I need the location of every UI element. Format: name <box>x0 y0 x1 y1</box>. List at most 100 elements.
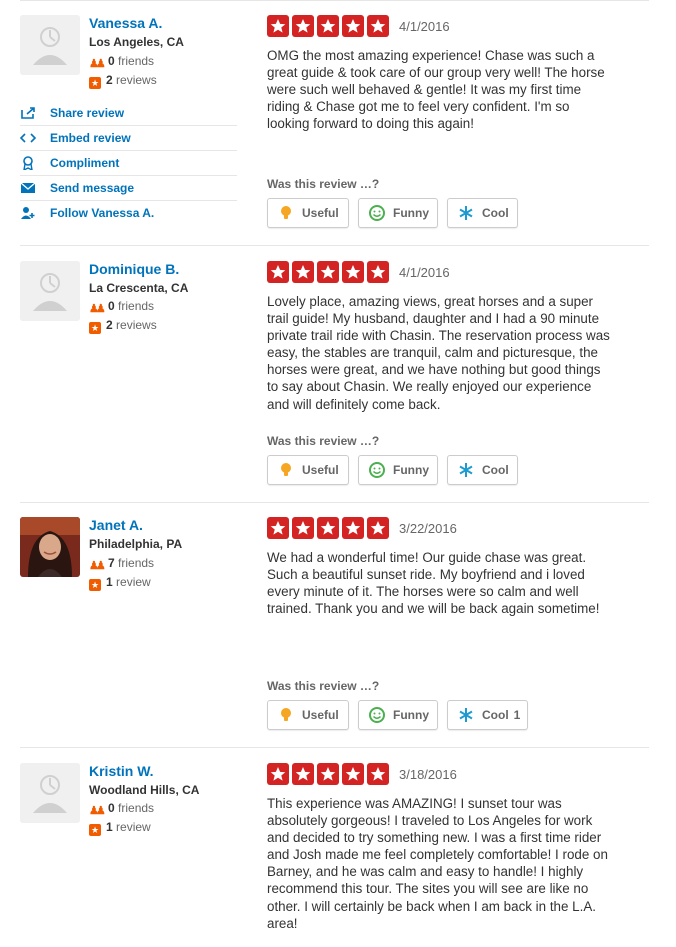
snowflake-icon <box>459 708 473 722</box>
avatar[interactable] <box>20 517 80 577</box>
star-icon <box>317 763 339 785</box>
funny-button[interactable]: Funny <box>358 455 438 485</box>
reviews-count: ★ 2 reviews <box>89 73 157 89</box>
smiley-icon <box>369 205 385 221</box>
text-line: Useful <box>302 463 339 477</box>
star-rating <box>267 15 389 37</box>
lightbulb-icon <box>281 708 291 721</box>
cool-button[interactable]: Cool 1 <box>447 700 528 730</box>
award-icon <box>23 156 33 170</box>
text-line: great guide & took care of our group ver… <box>267 65 605 81</box>
star-icon <box>292 517 314 539</box>
text-line: Funny <box>393 463 429 477</box>
review-text: Lovely place, amazing views, great horse… <box>267 293 639 413</box>
text-line: were such well behaved & gentle! It was … <box>267 82 582 98</box>
user-name[interactable]: Kristin W. <box>89 763 154 779</box>
useful-button[interactable]: Useful <box>267 455 349 485</box>
text-line: friends <box>118 556 155 570</box>
text-line: Cool <box>482 463 509 477</box>
text-line: Cool <box>482 206 509 220</box>
friends-count: ♟♟ 0 friends <box>89 801 155 817</box>
review-card: Janet A. Philadelphia, PA ♟♟ 7 friends ★ 1… <box>20 517 649 748</box>
review-text: This experience was AMAZING! I sunset to… <box>267 795 639 932</box>
funny-button[interactable]: Funny <box>358 198 438 228</box>
helpful-prompt: Was this review …? <box>267 177 380 191</box>
text-line: Embed review <box>50 131 131 145</box>
text-line: Send message <box>50 181 135 195</box>
text-line: 0 <box>108 801 115 815</box>
avatar[interactable] <box>20 763 80 823</box>
text-line: This experience was AMAZING! I sunset to… <box>267 796 562 811</box>
text-line: friends <box>118 801 155 815</box>
user-photo <box>20 517 80 577</box>
text-line: area! <box>267 915 298 931</box>
star-icon <box>267 15 289 37</box>
review-date: 4/1/2016 <box>399 265 450 280</box>
default-avatar-icon <box>20 15 80 75</box>
star-rating <box>267 763 389 785</box>
compliment-link[interactable]: Compliment <box>20 151 237 176</box>
review-actions: Share review Embed review Compliment Sen… <box>20 101 237 226</box>
text-line: easy, the stables are tranquil, calm and… <box>267 345 598 361</box>
cool-button[interactable]: Cool <box>447 198 518 228</box>
useful-button[interactable]: Useful <box>267 700 349 730</box>
envelope-icon <box>20 182 36 193</box>
follow-user-link[interactable]: Follow Vanessa A. <box>20 201 237 226</box>
funny-button[interactable]: Funny <box>358 700 438 730</box>
text-line: We had a wonderful time! Our guide chase… <box>267 550 587 565</box>
user-location: La Crescenta, CA <box>89 281 189 295</box>
send-message-link[interactable]: Send message <box>20 176 237 201</box>
user-name[interactable]: Dominique B. <box>89 261 179 277</box>
friends-count: ♟♟ 0 friends <box>89 54 154 70</box>
useful-button[interactable]: Useful <box>267 198 349 228</box>
review-text: We had a wonderful time! Our guide chase… <box>267 549 639 617</box>
text-line: reviews <box>116 318 157 332</box>
reviews-count: ★ 1 review <box>89 820 151 836</box>
text-line: Share review <box>50 106 125 120</box>
star-icon <box>267 517 289 539</box>
friends-icon: ♟♟ <box>89 58 106 70</box>
embed-review-link[interactable]: Embed review <box>20 126 237 151</box>
star-icon <box>317 517 339 539</box>
text-line: Useful <box>302 708 339 722</box>
text-line: and decided to try something new. I was … <box>267 830 602 846</box>
text-line: looking forward to doing this again! <box>267 116 474 132</box>
avatar[interactable] <box>20 15 80 75</box>
user-name[interactable]: Vanessa A. <box>89 15 162 31</box>
review-date: 4/1/2016 <box>399 19 450 34</box>
text-line: 2 <box>106 318 113 332</box>
friends-icon: ♟♟ <box>89 303 106 315</box>
text-line: trail guide! My husband, daughter and I … <box>267 311 600 327</box>
review-star-icon: ★ <box>89 322 101 334</box>
share-icon <box>21 107 35 119</box>
star-icon <box>367 261 389 283</box>
snowflake-icon <box>459 463 473 477</box>
star-icon <box>267 261 289 283</box>
text-line: horses were great, and we have nothing b… <box>267 362 601 378</box>
star-icon <box>342 517 364 539</box>
text-line: Barney, and he was calm and easy to hand… <box>267 864 584 880</box>
user-location: Philadelphia, PA <box>89 537 183 551</box>
text-line: to say about Chasin. We really enjoyed o… <box>267 379 592 395</box>
text-line: 0 <box>108 299 115 313</box>
avatar[interactable] <box>20 261 80 321</box>
friends-count: ♟♟ 0 friends <box>89 299 154 315</box>
star-icon <box>292 15 314 37</box>
star-icon <box>267 763 289 785</box>
text-line: every minute of it. The horses were so c… <box>267 584 579 600</box>
review-star-icon: ★ <box>89 77 101 89</box>
user-location: Los Angeles, CA <box>89 35 184 49</box>
text-line: trained. Thank you and we will be back a… <box>267 601 600 617</box>
text-line: and Josh made me feel completely comfort… <box>267 847 608 863</box>
star-rating <box>267 517 389 539</box>
text-line: 1 <box>106 575 113 589</box>
cool-button[interactable]: Cool <box>447 455 518 485</box>
friends-icon: ♟♟ <box>89 805 106 817</box>
smiley-icon <box>369 707 385 723</box>
review-text: OMG the most amazing experience! Chase w… <box>267 47 639 132</box>
text-line: and will definitely come back. <box>267 396 441 412</box>
user-name[interactable]: Janet A. <box>89 517 143 533</box>
text-line: 0 <box>108 54 115 68</box>
reviews-count: ★ 1 review <box>89 575 151 591</box>
share-review-link[interactable]: Share review <box>20 101 237 126</box>
